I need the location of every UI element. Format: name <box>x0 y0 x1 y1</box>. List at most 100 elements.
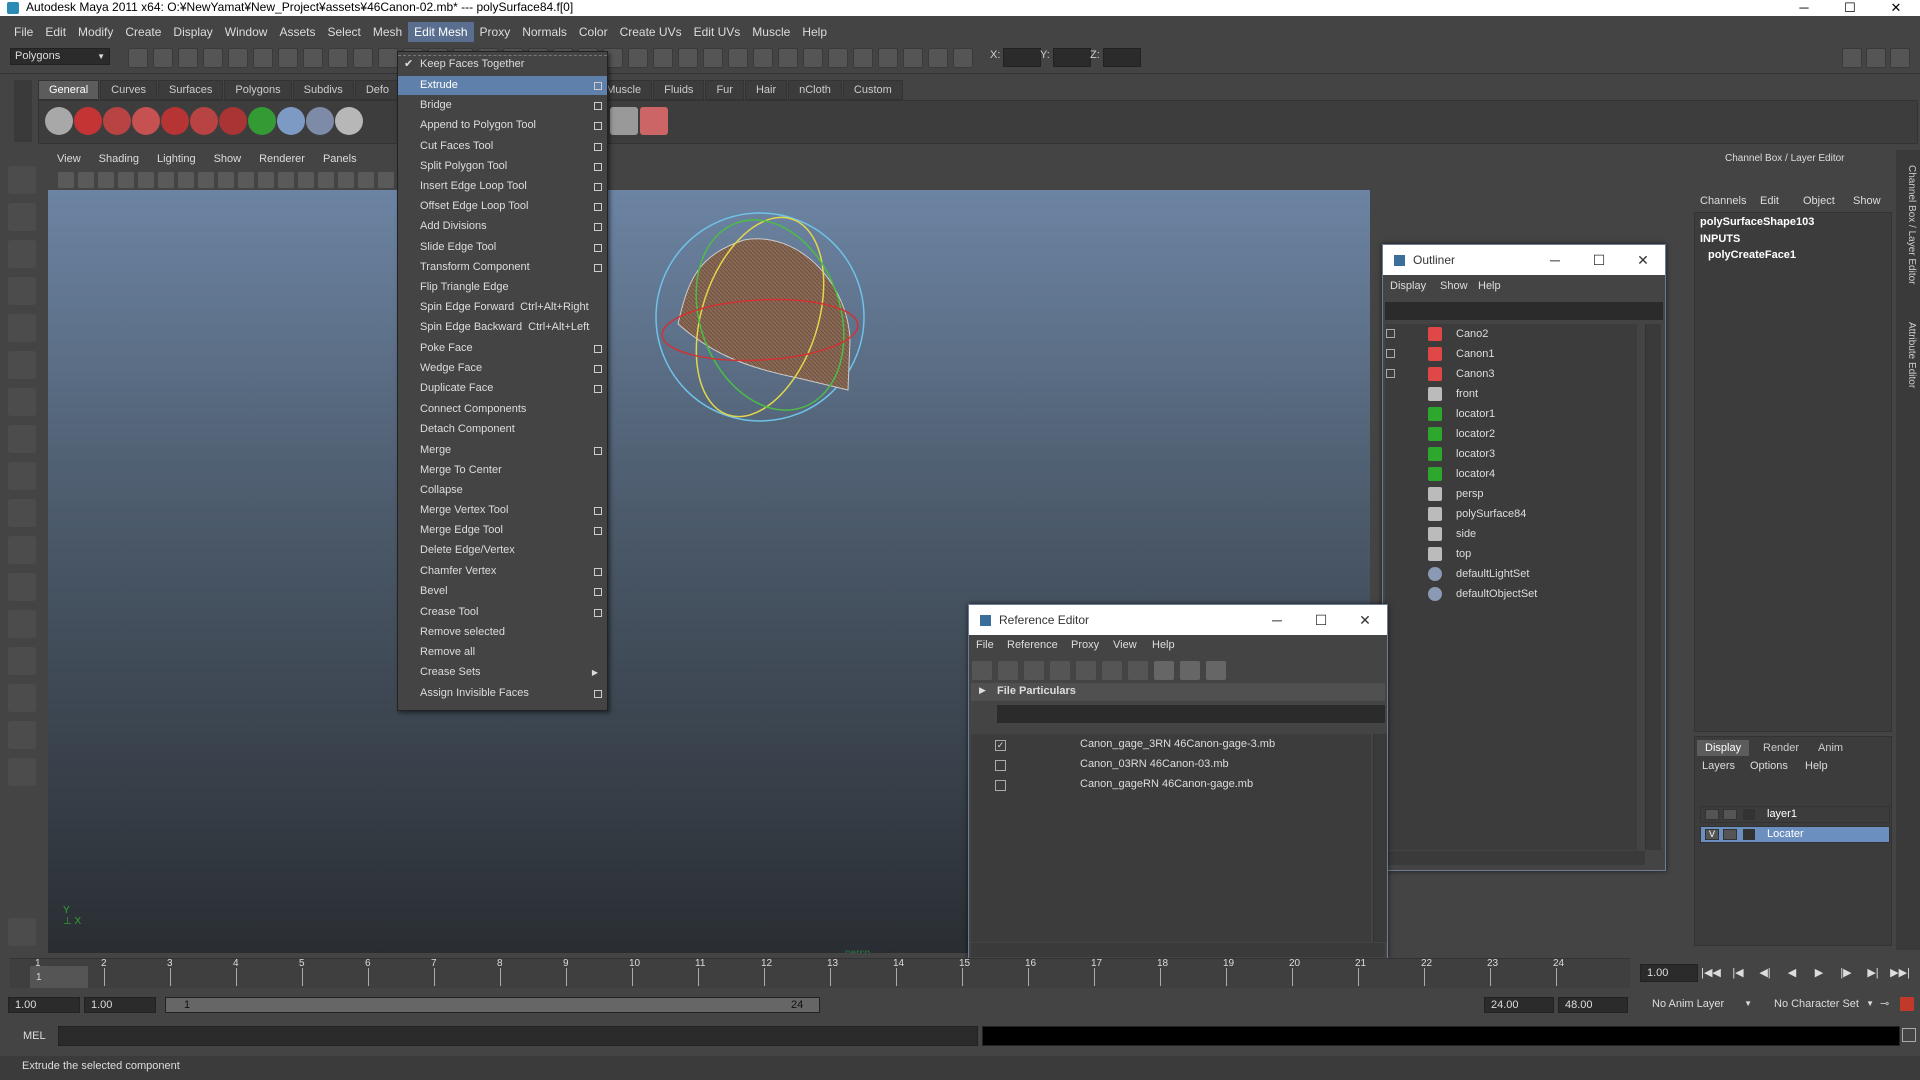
outliner-item[interactable]: Canon1 <box>1456 345 1495 363</box>
tab-surfaces[interactable]: Surfaces <box>157 80 224 100</box>
option-box-icon[interactable] <box>594 122 602 130</box>
shelf-menu-icon[interactable] <box>14 80 32 142</box>
menu-item-flip-triangle-edge[interactable]: Flip Triangle Edge <box>398 278 607 297</box>
outliner-titlebar[interactable]: Outliner ─ ☐ ✕ <box>1383 245 1665 275</box>
menu-edit-uvs[interactable]: Edit UVs <box>688 22 747 42</box>
current-time-marker[interactable]: 1 <box>30 966 88 988</box>
option-box-icon[interactable] <box>594 527 602 535</box>
command-input[interactable] <box>58 1026 978 1046</box>
outliner-item[interactable]: locator3 <box>1456 445 1495 463</box>
option-box-icon[interactable] <box>594 690 602 698</box>
status-tool-icon[interactable] <box>828 48 848 68</box>
menu-item-cut-faces-tool[interactable]: Cut Faces Tool <box>398 137 607 156</box>
minimize-icon[interactable]: ─ <box>1533 245 1577 275</box>
menu-set-dropdown[interactable]: Polygons ▼ <box>10 48 110 65</box>
option-box-icon[interactable] <box>594 264 602 272</box>
input-node-name[interactable]: polyCreateFace1 <box>1708 249 1796 261</box>
menu-assets[interactable]: Assets <box>273 22 321 42</box>
outliner-hscrollbar[interactable] <box>1385 851 1645 865</box>
viewport-tool-icon[interactable] <box>198 172 214 188</box>
selected-polygon-face[interactable] <box>677 238 851 391</box>
anim-layer-dropdown[interactable]: No Anim Layer ▼ <box>1646 997 1754 1013</box>
menu-item-wedge-face[interactable]: Wedge Face <box>398 359 607 378</box>
status-tool-icon[interactable] <box>253 48 273 68</box>
quick-layout-icon[interactable] <box>8 918 36 946</box>
step-back-frame-icon[interactable]: |◀ <box>1727 964 1749 982</box>
menu-display[interactable]: Display <box>167 22 218 42</box>
help-icon[interactable] <box>74 107 102 135</box>
layer-visibility-toggle[interactable]: V <box>1705 829 1719 840</box>
outliner-item[interactable]: persp <box>1456 485 1484 503</box>
reference-menu-view[interactable]: View <box>1113 639 1137 651</box>
status-tool-icon[interactable] <box>303 48 323 68</box>
layer-menu-layers[interactable]: Layers <box>1702 760 1735 772</box>
select-tool-icon[interactable] <box>8 166 36 194</box>
viewport-tool-icon[interactable] <box>138 172 154 188</box>
layer-template-toggle[interactable] <box>1723 829 1737 840</box>
option-box-icon[interactable] <box>594 447 602 455</box>
manipulator-icon[interactable] <box>8 388 36 416</box>
select-all-icon[interactable] <box>45 107 73 135</box>
x-input[interactable] <box>1003 48 1041 67</box>
menu-window[interactable]: Window <box>219 22 274 42</box>
layer-tab-render[interactable]: Render <box>1755 740 1807 756</box>
menu-item-crease-sets[interactable]: Crease Sets ▶ <box>398 663 607 682</box>
status-tool-icon[interactable] <box>703 48 723 68</box>
option-box-icon[interactable] <box>594 385 602 393</box>
menu-item-connect-components[interactable]: Connect Components <box>398 400 607 419</box>
menu-proxy[interactable]: Proxy <box>474 22 517 42</box>
outliner-item[interactable]: top <box>1456 545 1471 563</box>
key-icon[interactable]: ⊸ <box>1880 997 1894 1011</box>
channel-menu-edit[interactable]: Edit <box>1760 195 1779 207</box>
step-forward-key-icon[interactable]: |▶ <box>1835 964 1857 982</box>
viewport-tool-icon[interactable] <box>358 172 374 188</box>
move-tool-icon[interactable] <box>8 277 36 305</box>
viewport-menu-renderer[interactable]: Renderer <box>250 153 314 170</box>
outliner-item[interactable]: Cano2 <box>1456 325 1488 343</box>
smooth-icon[interactable] <box>161 107 189 135</box>
close-icon[interactable]: ✕ <box>1874 0 1918 16</box>
menu-file[interactable]: File <box>8 22 39 42</box>
reference-filter-field[interactable] <box>997 705 1385 723</box>
four-pane-icon[interactable] <box>8 573 36 601</box>
reference-scrollbar[interactable] <box>1373 734 1387 942</box>
target-icon[interactable] <box>248 107 276 135</box>
paint-select-icon[interactable] <box>8 240 36 268</box>
menu-item-slide-edge-tool[interactable]: Slide Edge Tool <box>398 238 607 257</box>
refresh-icon[interactable] <box>1206 661 1226 680</box>
create-reference-icon[interactable] <box>972 661 992 680</box>
menu-edit-mesh[interactable]: Edit Mesh <box>408 22 474 42</box>
attribute-editor-toggle-icon[interactable] <box>1866 48 1886 68</box>
status-tool-icon[interactable] <box>903 48 923 68</box>
status-tool-icon[interactable] <box>128 48 148 68</box>
viewport-tool-icon[interactable] <box>278 172 294 188</box>
viewport-tool-icon[interactable] <box>218 172 234 188</box>
file-particulars-header[interactable]: ▶ File Particulars <box>971 683 1385 701</box>
tab-custom[interactable]: Custom <box>842 80 903 100</box>
menu-item-collapse[interactable]: Collapse <box>398 481 607 500</box>
tab-defo[interactable]: Defo <box>354 80 401 100</box>
menu-item-offset-edge-loop-tool[interactable]: Offset Edge Loop Tool <box>398 197 607 216</box>
reference-checkbox[interactable]: ✓ <box>995 740 1006 751</box>
material-icon[interactable] <box>335 107 363 135</box>
z-input[interactable] <box>1103 48 1141 67</box>
channel-menu-channels[interactable]: Channels <box>1700 195 1746 207</box>
option-box-icon[interactable] <box>594 507 602 515</box>
maximize-icon[interactable]: ☐ <box>1299 605 1343 635</box>
character-set-dropdown[interactable]: No Character Set ▼ <box>1768 997 1876 1013</box>
outliner-item[interactable]: locator4 <box>1456 465 1495 483</box>
detail-view-icon[interactable] <box>1180 661 1200 680</box>
option-box-icon[interactable] <box>594 183 602 191</box>
menu-create[interactable]: Create <box>119 22 167 42</box>
fur-icon[interactable] <box>190 107 218 135</box>
menu-item-detach-component[interactable]: Detach Component <box>398 420 607 439</box>
outliner-item[interactable]: defaultObjectSet <box>1456 585 1537 603</box>
menu-item-extrude[interactable]: Extrude <box>398 76 607 95</box>
reference-checkbox[interactable] <box>995 760 1006 771</box>
hypershade-layout-icon[interactable] <box>8 721 36 749</box>
viewport-tool-icon[interactable] <box>118 172 134 188</box>
viewport-tool-icon[interactable] <box>298 172 314 188</box>
status-tool-icon[interactable] <box>228 48 248 68</box>
command-language-label[interactable]: MEL <box>23 1030 46 1042</box>
maximize-icon[interactable]: ☐ <box>1577 245 1621 275</box>
